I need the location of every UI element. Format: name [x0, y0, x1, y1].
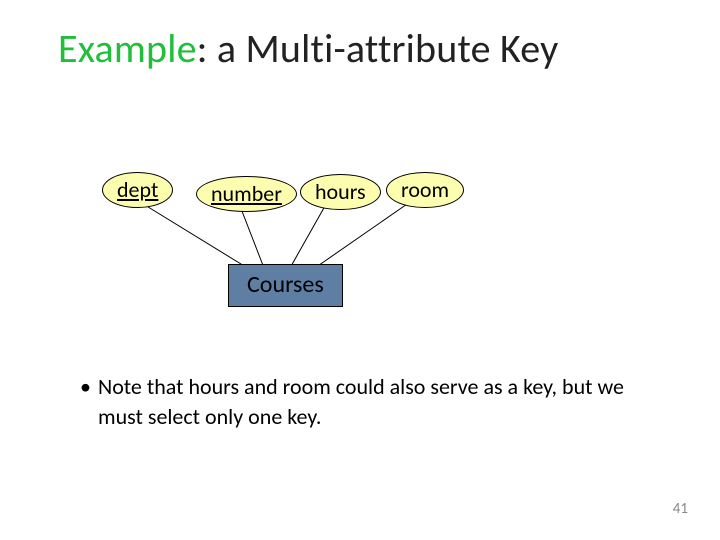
attr-room: room — [386, 172, 464, 208]
slide-title: Example: a Multi-attribute Key — [58, 24, 558, 73]
title-accent: Example — [58, 24, 197, 73]
attr-hours: hours — [300, 174, 381, 210]
page-number: 41 — [673, 500, 688, 518]
attr-number: number — [196, 176, 297, 212]
entity-courses: Courses — [228, 264, 343, 307]
er-connectors — [0, 0, 720, 540]
attr-dept: dept — [102, 172, 173, 208]
slide: Example: a Multi-attribute Key dept numb… — [0, 0, 720, 540]
title-rest: : a Multi-attribute Key — [197, 24, 559, 73]
note-bullet: • Note that hours and room could also se… — [98, 372, 648, 431]
note-text: Note that hours and room could also serv… — [98, 373, 624, 430]
bullet-dot-icon: • — [80, 372, 91, 402]
